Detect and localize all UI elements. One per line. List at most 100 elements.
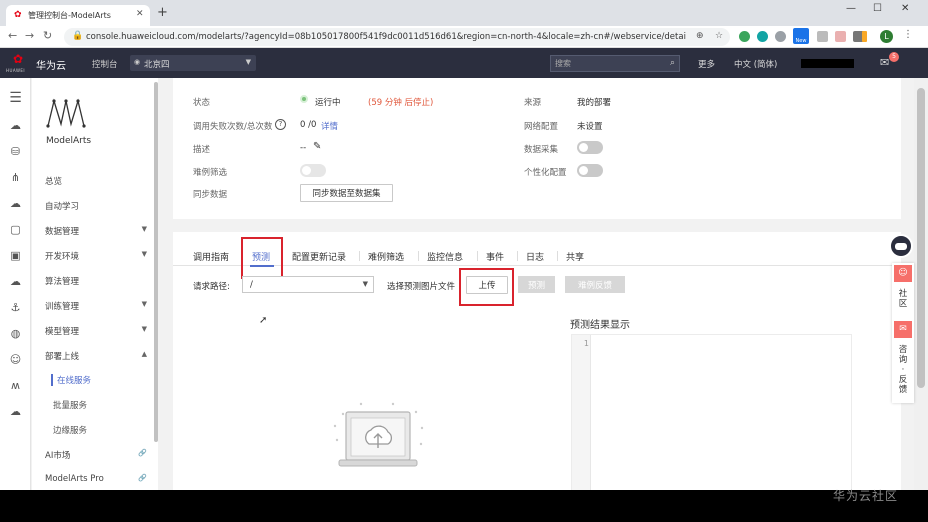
console-header: ✿ HUAWEI 华为云 控制台 ◉ 北京四 ▼ ⌕ 更多 中文 (简体) ✉ … [0, 48, 928, 78]
page-scrollbar-thumb[interactable] [917, 88, 925, 388]
service-tabs-card: 调用指南 预测 配置更新记录 难例筛选 监控信息 事件 日志 共享 请求路径: … [173, 232, 901, 490]
community-icon[interactable]: ☺ [894, 265, 912, 282]
account-name-redacted[interactable] [801, 59, 854, 68]
editor-gutter: 1 [572, 335, 591, 490]
brand-name[interactable]: 华为云 [36, 57, 66, 72]
external-link-icon: 🔗 [138, 474, 147, 482]
sidebar-item-ai-market[interactable]: AI市场 🔗 [45, 449, 155, 461]
tab-logs[interactable]: 日志 [526, 250, 544, 263]
sidebar-subitem-batch-service[interactable]: 批量服务 [53, 399, 87, 411]
window-close-icon[interactable]: ✕ [901, 3, 909, 14]
emoji-icon[interactable]: ☺ [0, 354, 31, 366]
cloud-more-icon[interactable]: ☁ [0, 406, 31, 418]
help-icon[interactable]: ? [275, 119, 286, 130]
feedback-link[interactable]: 咨询·反馈 [892, 345, 914, 395]
extension-doc-icon[interactable] [817, 31, 828, 42]
page-scrollbar[interactable] [914, 78, 928, 490]
hard-filter-toggle[interactable] [300, 164, 326, 177]
sidebar-item-deploy[interactable]: 部署上线 ▲ [45, 350, 155, 362]
database-icon[interactable]: ⛁ [0, 146, 31, 158]
sync-data-button[interactable]: 同步数据至数据集 [300, 184, 393, 202]
browser-tab[interactable]: ✿ 管理控制台-ModelArts ✕ [6, 5, 150, 26]
sidebar-item-modelarts-pro[interactable]: ModelArts Pro 🔗 [45, 474, 155, 484]
modelarts-logo-icon [46, 98, 86, 128]
extension-pink-icon[interactable] [835, 31, 846, 42]
document-icon[interactable]: ▢ [0, 224, 31, 236]
sidebar-item-data-management[interactable]: 数据管理 ▼ [45, 225, 155, 237]
globe-icon[interactable]: ◍ [0, 328, 31, 340]
assistant-robot-icon[interactable] [889, 234, 913, 258]
sidebar-item-label: 总览 [45, 177, 63, 187]
calls-detail-link[interactable]: 详情 [321, 120, 338, 132]
anchor-icon[interactable]: ⚓ [0, 302, 31, 314]
extension-gray-icon[interactable] [775, 31, 786, 42]
cloud-storage-icon[interactable]: ☁ [0, 198, 31, 210]
url-text[interactable]: console.huaweicloud.com/modelarts/?agenc… [86, 32, 686, 42]
back-icon[interactable]: ← [8, 30, 17, 42]
predict-button[interactable]: 预测 [518, 276, 555, 293]
language-menu[interactable]: 中文 (简体) [734, 58, 777, 70]
predict-tab-highlight [241, 237, 283, 279]
search-icon[interactable]: ⌕ [670, 58, 675, 68]
sidebar-item-dev-env[interactable]: 开发环境 ▼ [45, 250, 155, 262]
huawei-logo-icon[interactable]: ✿ [8, 53, 28, 65]
minimize-icon[interactable]: — [846, 3, 856, 14]
sidebar-item-label: ModelArts Pro [45, 474, 104, 484]
close-tab-icon[interactable]: ✕ [136, 9, 144, 19]
upload-button[interactable]: 上传 [466, 276, 508, 294]
sidebar-item-model[interactable]: 模型管理 ▼ [45, 325, 155, 337]
data-collect-toggle[interactable] [577, 141, 603, 154]
hamburger-menu-icon[interactable]: ☰ [0, 91, 31, 105]
sidebar-item-algorithm[interactable]: 算法管理 [45, 275, 155, 287]
sidebar-item-label: AI市场 [45, 451, 71, 461]
cloud-upload-icon[interactable]: ☁ [0, 276, 31, 288]
chevron-down-icon: ▼ [141, 250, 147, 258]
search-input[interactable] [555, 58, 655, 69]
extension-evernote-icon[interactable] [739, 31, 750, 42]
request-path-select[interactable]: / ▼ [242, 276, 374, 293]
region-selector[interactable]: ◉ 北京四 ▼ [130, 55, 256, 71]
tab-hard-filter[interactable]: 难例筛选 [368, 250, 404, 263]
extension-download-icon[interactable] [862, 31, 867, 42]
bookmark-star-icon[interactable]: ☆ [715, 31, 723, 41]
result-title: 预测结果显示 [570, 320, 630, 331]
global-search[interactable]: ⌕ [550, 55, 680, 72]
line-number: 1 [583, 339, 589, 348]
tab-events[interactable]: 事件 [486, 250, 504, 263]
tab-config-history[interactable]: 配置更新记录 [292, 250, 346, 263]
tab-share[interactable]: 共享 [566, 250, 584, 263]
more-menu[interactable]: 更多 [698, 58, 715, 70]
sidebar-item-training[interactable]: 训练管理 ▼ [45, 300, 155, 312]
network-icon[interactable]: ⋔ [0, 172, 31, 184]
forward-icon[interactable]: → [25, 30, 34, 42]
edit-pencil-icon[interactable]: ✎ [313, 141, 321, 152]
chevron-up-icon: ▲ [141, 350, 147, 358]
result-editor[interactable]: 1 [571, 334, 852, 490]
browser-menu-icon[interactable]: ⋮ [903, 29, 913, 40]
zoom-icon[interactable]: ⊕ [696, 31, 704, 41]
sidebar-item-overview[interactable]: 总览 [45, 175, 155, 187]
sidebar-subitem-online-service[interactable]: 在线服务 [51, 374, 91, 386]
feedback-icon[interactable]: ✉ [894, 321, 912, 338]
message-icon[interactable]: ✉ [880, 56, 889, 69]
modelarts-rail-icon[interactable]: ʍ [0, 380, 31, 392]
personal-config-toggle[interactable] [577, 164, 603, 177]
hard-feedback-button[interactable]: 难例反馈 [565, 276, 625, 293]
url-box[interactable]: 🔒 console.huaweicloud.com/modelarts/?age… [64, 28, 730, 46]
maximize-icon[interactable]: ☐ [873, 3, 882, 14]
new-tab-icon[interactable]: + [157, 6, 168, 19]
cloud-service-icon[interactable]: ☁ [0, 120, 31, 132]
sidebar-subitem-edge-service[interactable]: 边缘服务 [53, 424, 87, 436]
tab-call-guide[interactable]: 调用指南 [193, 250, 229, 263]
extension-teal-icon[interactable] [757, 31, 768, 42]
tab-monitoring[interactable]: 监控信息 [427, 250, 463, 263]
profile-avatar[interactable]: L [880, 30, 893, 43]
external-link-icon: 🔗 [138, 449, 147, 457]
community-link[interactable]: 社区 [892, 289, 914, 309]
container-icon[interactable]: ▣ [0, 250, 31, 262]
reload-icon[interactable]: ↻ [43, 30, 52, 42]
extension-new-icon[interactable]: New [793, 28, 809, 44]
console-link[interactable]: 控制台 [92, 58, 118, 70]
product-name: ModelArts [46, 136, 92, 146]
sidebar-item-auto-learning[interactable]: 自动学习 [45, 200, 155, 212]
